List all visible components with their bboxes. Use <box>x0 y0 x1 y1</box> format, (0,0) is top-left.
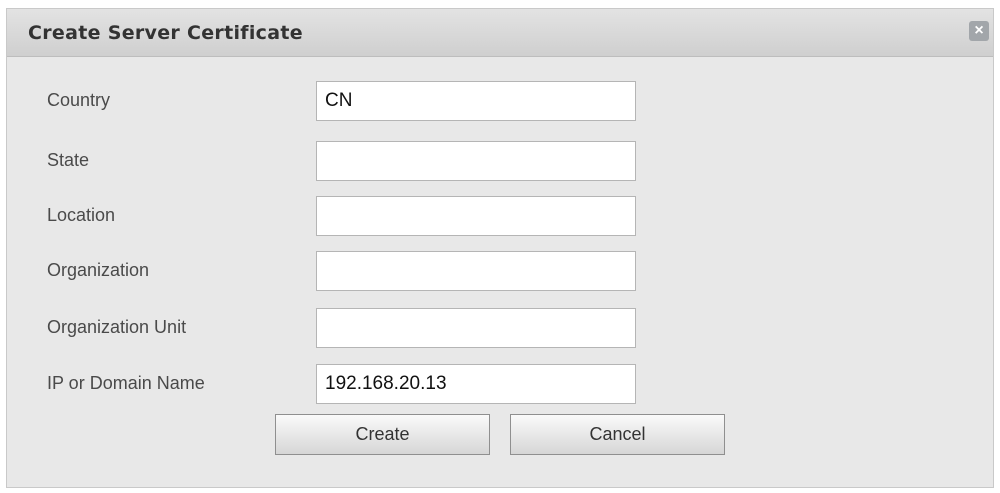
country-input[interactable] <box>316 81 636 121</box>
organization-unit-label: Organization Unit <box>47 317 187 337</box>
create-button[interactable]: Create <box>275 414 490 455</box>
location-label: Location <box>47 205 116 225</box>
country-row: Country <box>7 79 707 123</box>
create-server-certificate-dialog: Create Server Certificate × Country Stat… <box>6 8 994 488</box>
organization-label: Organization <box>47 260 150 280</box>
organization-row: Organization <box>7 249 707 293</box>
organization-unit-input[interactable] <box>316 308 636 348</box>
location-row: Location <box>7 194 707 238</box>
state-row: State <box>7 139 707 183</box>
state-input[interactable] <box>316 141 636 181</box>
dialog-title: Create Server Certificate <box>28 22 303 44</box>
ip-domain-input[interactable] <box>316 364 636 404</box>
ip-domain-label: IP or Domain Name <box>47 373 205 393</box>
organization-input[interactable] <box>316 251 636 291</box>
organization-unit-row: Organization Unit <box>7 306 707 350</box>
location-input[interactable] <box>316 196 636 236</box>
dialog-titlebar: Create Server Certificate × <box>7 9 993 57</box>
country-label: Country <box>47 90 111 110</box>
state-label: State <box>47 150 90 170</box>
cancel-button[interactable]: Cancel <box>510 414 725 455</box>
ip-domain-row: IP or Domain Name <box>7 362 707 406</box>
close-icon[interactable]: × <box>969 21 989 41</box>
